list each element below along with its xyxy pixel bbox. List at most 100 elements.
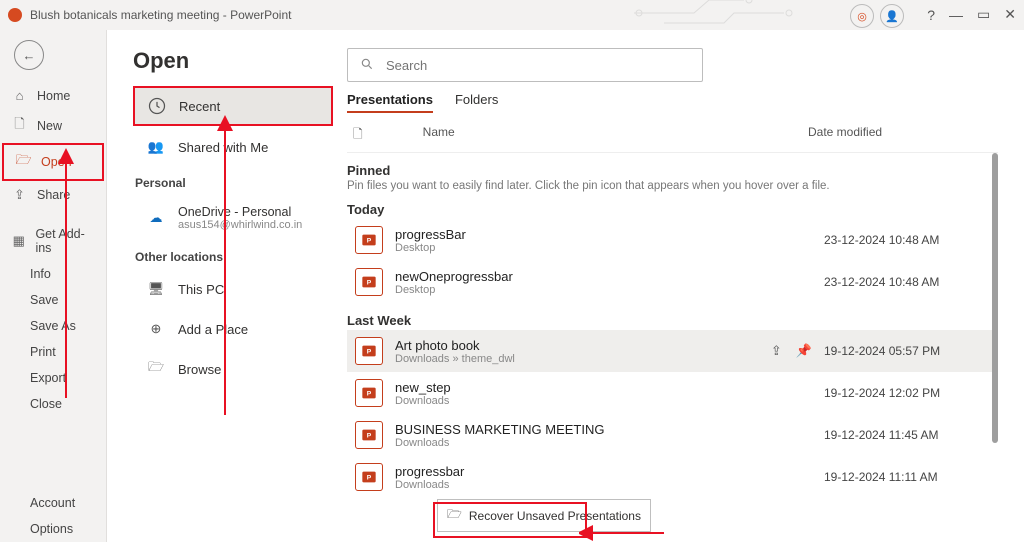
onedrive-subtitle: asus154@whirlwind.co.in <box>178 219 302 231</box>
source-onedrive[interactable]: ☁ OneDrive - Personal asus154@whirlwind.… <box>133 196 333 240</box>
pptx-icon: P <box>355 268 383 296</box>
source-shared[interactable]: 👥 Shared with Me <box>133 128 333 166</box>
nav-label: Open <box>41 155 72 169</box>
group-lastweek: Last Week <box>347 313 998 328</box>
page-title: Open <box>133 48 333 74</box>
file-name: new_step <box>395 380 800 395</box>
nav-label: New <box>37 119 62 133</box>
svg-text:P: P <box>367 280 372 287</box>
file-location: Downloads <box>395 437 800 449</box>
file-location: Downloads <box>395 479 800 491</box>
svg-text:P: P <box>367 391 372 398</box>
folder-icon: 🗁 <box>447 505 462 526</box>
account-avatar[interactable]: 👤 <box>880 4 904 28</box>
restore-icon[interactable]: ▭ <box>977 6 990 23</box>
user-avatar[interactable]: ◎ <box>850 4 874 28</box>
pptx-icon: P <box>355 463 383 491</box>
file-row[interactable]: P new_stepDownloads 19-12-2024 12:02 PM <box>347 372 998 414</box>
nav-account[interactable]: Account <box>0 490 106 516</box>
nav-save[interactable]: Save <box>0 287 106 313</box>
nav-addins[interactable]: ▦ Get Add-ins <box>0 221 106 261</box>
source-recent[interactable]: Recent <box>133 86 333 126</box>
open-icon: 🗁 <box>16 151 31 173</box>
share-file-icon[interactable]: ⇪ <box>771 343 782 359</box>
people-icon: 👥 <box>146 137 166 157</box>
file-name: Art photo book <box>395 338 759 353</box>
col-date[interactable]: Date modified <box>808 125 998 146</box>
nav-label: Home <box>37 89 70 103</box>
source-label: Add a Place <box>178 322 248 337</box>
file-list-column: Presentations Folders 🗋 Name Date modifi… <box>347 48 998 528</box>
file-date: 19-12-2024 11:11 AM <box>824 470 994 484</box>
file-date: 19-12-2024 12:02 PM <box>824 386 994 400</box>
file-row[interactable]: P newOneprogressbarDesktop 23-12-2024 10… <box>347 261 998 303</box>
nav-label: Share <box>37 188 70 202</box>
file-icon-header: 🗋 <box>353 125 363 146</box>
file-row[interactable]: P progressBarDesktop 23-12-2024 10:48 AM <box>347 219 998 261</box>
onedrive-title: OneDrive - Personal <box>178 205 302 219</box>
source-browse[interactable]: 🗁Browse <box>133 350 333 388</box>
decorative-circuit-icon <box>634 0 854 28</box>
addplace-icon: ⊕ <box>146 319 166 339</box>
nav-open[interactable]: 🗁 Open <box>2 143 104 181</box>
file-row[interactable]: P progressbarDownloads 19-12-2024 11:11 … <box>347 456 998 498</box>
nav-new[interactable]: 🗋 New <box>0 109 106 143</box>
back-button[interactable]: ← <box>14 40 44 70</box>
file-date: 23-12-2024 10:48 AM <box>824 275 994 289</box>
nav-info[interactable]: Info <box>0 261 106 287</box>
file-location: Desktop <box>395 242 800 254</box>
file-location: Downloads <box>395 395 800 407</box>
source-label: Recent <box>179 99 220 114</box>
nav-share[interactable]: ⇪Share <box>0 181 106 209</box>
nav-print[interactable]: Print <box>0 339 106 365</box>
nav-saveas[interactable]: Save As <box>0 313 106 339</box>
file-name: progressbar <box>395 464 800 479</box>
nav-label: Get Add-ins <box>35 227 94 255</box>
file-name: BUSINESS MARKETING MEETING <box>395 422 800 437</box>
app-brand-icon <box>8 8 22 22</box>
search-field[interactable] <box>384 57 690 74</box>
col-name[interactable]: Name <box>423 125 808 146</box>
pptx-icon: P <box>355 226 383 254</box>
file-row[interactable]: P BUSINESS MARKETING MEETINGDownloads 19… <box>347 414 998 456</box>
file-row[interactable]: P Art photo bookDownloads » theme_dwl ⇪ 📌… <box>347 330 998 372</box>
svg-text:P: P <box>367 475 372 482</box>
title-bar: Blush botanicals marketing meeting - Pow… <box>0 0 1024 30</box>
pin-file-icon[interactable]: 📌 <box>796 343 812 359</box>
left-nav: ← ⌂Home 🗋 New 🗁 Open ⇪Share ▦ Get Add-ins I… <box>0 30 107 542</box>
svg-text:P: P <box>367 433 372 440</box>
file-name: newOneprogressbar <box>395 269 800 284</box>
source-label: This PC <box>178 282 224 297</box>
column-headers: 🗋 Name Date modified <box>347 119 998 153</box>
search-input[interactable] <box>347 48 703 82</box>
new-icon: 🗋 <box>12 115 27 137</box>
close-icon[interactable]: ✕ <box>1004 6 1016 23</box>
nav-export[interactable]: Export <box>0 365 106 391</box>
open-sources-column: Open Recent 👥 Shared with Me Personal ☁ … <box>133 48 333 528</box>
pc-icon: 🖥 <box>146 279 166 299</box>
nav-options[interactable]: Options <box>0 516 106 542</box>
pptx-icon: P <box>355 337 383 365</box>
nav-home[interactable]: ⌂Home <box>0 82 106 109</box>
pptx-icon: P <box>355 379 383 407</box>
source-thispc[interactable]: 🖥 This PC <box>133 270 333 308</box>
scrollbar[interactable] <box>992 153 998 443</box>
group-today: Today <box>347 202 998 217</box>
tab-folders[interactable]: Folders <box>455 92 498 113</box>
pptx-icon: P <box>355 421 383 449</box>
tab-presentations[interactable]: Presentations <box>347 92 433 113</box>
file-location: Desktop <box>395 284 800 296</box>
recover-unsaved-button[interactable]: 🗁 Recover Unsaved Presentations <box>437 499 651 532</box>
source-label: Shared with Me <box>178 140 268 155</box>
file-location: Downloads » theme_dwl <box>395 353 759 365</box>
help-icon[interactable]: ? <box>927 7 935 23</box>
pinned-hint: Pin files you want to easily find later.… <box>347 180 998 192</box>
nav-close[interactable]: Close <box>0 391 106 417</box>
source-addplace[interactable]: ⊕ Add a Place <box>133 310 333 348</box>
recover-label: Recover Unsaved Presentations <box>469 509 641 523</box>
addins-icon: ▦ <box>12 233 25 249</box>
clock-icon <box>147 96 167 116</box>
file-date: 23-12-2024 10:48 AM <box>824 233 994 247</box>
personal-header: Personal <box>135 176 333 190</box>
minimize-icon[interactable]: — <box>949 7 963 23</box>
